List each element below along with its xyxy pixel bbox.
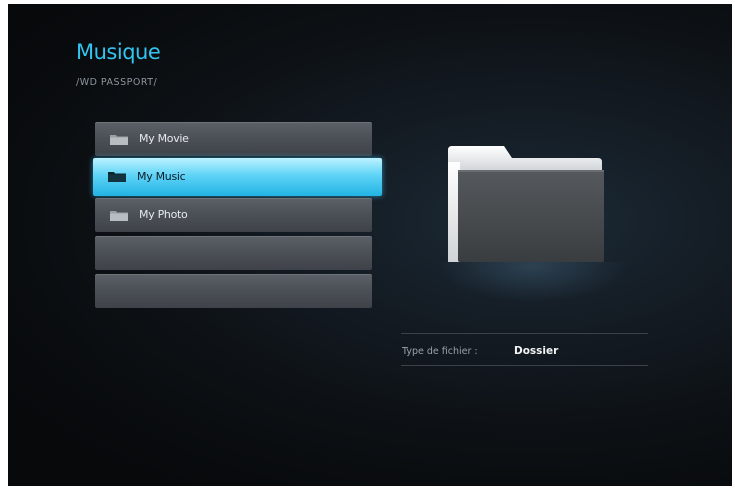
divider	[401, 333, 648, 334]
list-item-empty[interactable]	[95, 274, 372, 308]
large-folder-icon	[448, 146, 604, 262]
file-type-label: Type de fichier :	[402, 346, 478, 357]
list-item-label: My Photo	[139, 208, 188, 221]
media-player-screen: Musique /WD PASSPORT/ My Movie My Music …	[8, 4, 732, 486]
breadcrumb-path: /WD PASSPORT/	[76, 77, 158, 88]
folder-icon	[110, 211, 128, 221]
list-item-label: My Movie	[139, 132, 189, 145]
list-item-my-photo[interactable]: My Photo	[95, 198, 372, 232]
file-type-value: Dossier	[514, 345, 559, 357]
file-list: My Movie My Music My Photo	[93, 122, 382, 312]
folder-reflection	[438, 262, 628, 302]
list-item-label: My Music	[137, 170, 186, 183]
page-title: Musique	[76, 40, 161, 64]
folder-icon	[110, 135, 128, 145]
list-item-empty[interactable]	[95, 236, 372, 270]
folder-icon	[108, 172, 126, 182]
list-item-my-movie[interactable]: My Movie	[95, 122, 372, 156]
divider	[401, 365, 648, 366]
list-item-my-music[interactable]: My Music	[93, 158, 382, 196]
